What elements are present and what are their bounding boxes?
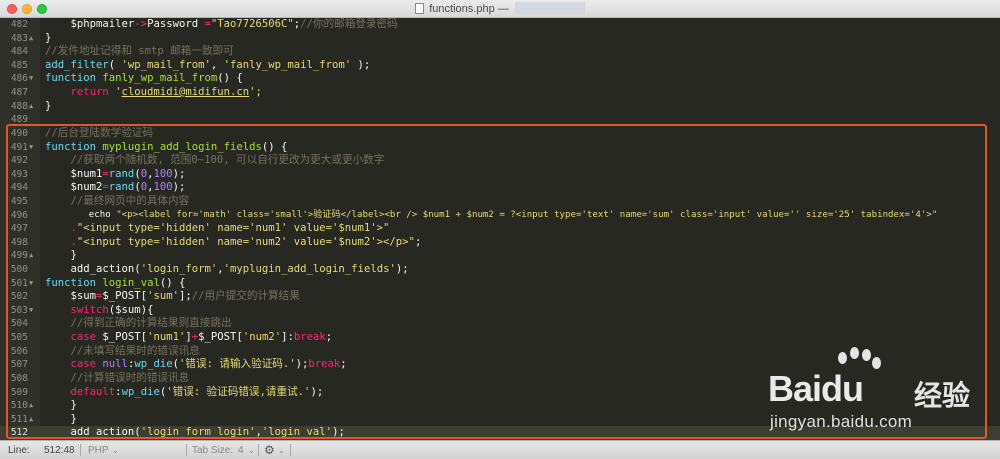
status-divider bbox=[186, 444, 187, 456]
code-line[interactable]: 512 add_action('login_form_login','login… bbox=[0, 426, 1000, 440]
line-number: 485 bbox=[10, 59, 28, 71]
line-number: 496 bbox=[10, 209, 28, 221]
code-line[interactable]: 496 echo "<p><label for='math' class='sm… bbox=[0, 209, 1000, 223]
line-number: 507 bbox=[10, 359, 28, 371]
code-line[interactable]: 486 ▼ function fanly_wp_mail_from() { bbox=[0, 72, 1000, 86]
fold-marker[interactable]: ▼ bbox=[29, 141, 38, 155]
line-number: 486 bbox=[10, 73, 28, 85]
line-number: 504 bbox=[10, 318, 28, 330]
line-number: 511 bbox=[10, 413, 28, 425]
line-number: 482 bbox=[10, 19, 28, 30]
blurred-project-name bbox=[514, 2, 585, 14]
code-line[interactable]: 495 //最终网页中的具体内容 bbox=[0, 195, 1000, 209]
code-line[interactable]: 482 $phpmailer->Password ="Tao7726506C";… bbox=[0, 18, 1000, 32]
code-line[interactable]: 485 add_filter( 'wp_mail_from', 'fanly_wp… bbox=[0, 59, 1000, 73]
line-number: 503 bbox=[10, 304, 28, 316]
tab-size-value[interactable]: 4 bbox=[238, 445, 244, 456]
status-divider bbox=[258, 444, 259, 456]
code-line[interactable]: 506 //未填写结果时的错误讯息 bbox=[0, 345, 1000, 359]
tab-size-label[interactable]: Tab Size: bbox=[192, 445, 233, 456]
line-number: 502 bbox=[10, 291, 28, 303]
line-number: 484 bbox=[10, 46, 28, 58]
line-label: Line: bbox=[8, 445, 30, 456]
code-line[interactable]: 493 $num1=rand(0,100); bbox=[0, 168, 1000, 182]
code-line[interactable]: 487 return 'cloudmidi@midifun.cn'; bbox=[0, 86, 1000, 100]
code-line[interactable]: 497 ."<input type='hidden' name='num1' v… bbox=[0, 222, 1000, 236]
fold-marker[interactable]: ▲ bbox=[29, 413, 38, 427]
line-number: 490 bbox=[10, 127, 28, 139]
code-line[interactable]: 504 //得到正确的计算结果则直接跳出 bbox=[0, 317, 1000, 331]
window-title: functions.php bbox=[429, 3, 495, 15]
line-number: 489 bbox=[10, 114, 28, 126]
status-divider bbox=[290, 444, 291, 456]
syntax-selector[interactable]: PHP bbox=[88, 445, 109, 456]
line-number: 495 bbox=[10, 195, 28, 207]
fold-marker[interactable]: ▲ bbox=[29, 399, 38, 413]
code-line[interactable]: 491 ▼ function myplugin_add_login_fields()… bbox=[0, 141, 1000, 155]
line-number: 493 bbox=[10, 168, 28, 180]
cursor-position: 512:48 bbox=[44, 445, 75, 456]
line-number: 508 bbox=[10, 372, 28, 384]
line-number: 505 bbox=[10, 332, 28, 344]
code-line[interactable]: 507 case null:wp_die('错误: 请输入验证码.');brea… bbox=[0, 358, 1000, 372]
gear-icon[interactable]: ⚙ bbox=[264, 443, 275, 457]
code-line[interactable]: 484//发件地址记得和 smtp 邮箱一致即可 bbox=[0, 45, 1000, 59]
window-title-separator: — bbox=[497, 3, 509, 15]
fold-marker[interactable]: ▲ bbox=[29, 32, 38, 46]
code-line[interactable]: 483 ▲} bbox=[0, 32, 1000, 46]
line-number: 500 bbox=[10, 264, 28, 276]
code-line[interactable]: 488 ▲} bbox=[0, 100, 1000, 114]
code-line[interactable]: 510 ▲ } bbox=[0, 399, 1000, 413]
line-number: 510 bbox=[10, 400, 28, 412]
fold-marker[interactable]: ▼ bbox=[29, 277, 38, 291]
code-line[interactable]: 494 $num2=rand(0,100); bbox=[0, 181, 1000, 195]
code-line[interactable]: 490//后台登陆数学验证码 bbox=[0, 127, 1000, 141]
fold-marker[interactable]: ▲ bbox=[29, 249, 38, 263]
line-number: 497 bbox=[10, 223, 28, 235]
code-line[interactable]: 502 $sum=$_POST['sum'];//用户提交的计算结果 bbox=[0, 290, 1000, 304]
line-number: 492 bbox=[10, 155, 28, 167]
syntax-dropdown-icon[interactable]: ⌄ bbox=[112, 446, 119, 455]
fold-marker[interactable]: ▲ bbox=[29, 100, 38, 114]
line-number: 494 bbox=[10, 182, 28, 194]
line-number: 491 bbox=[10, 141, 28, 153]
code-line[interactable]: 505 case $_POST['num1']+$_POST['num2']:b… bbox=[0, 331, 1000, 345]
settings-dropdown-icon[interactable]: ⌄ bbox=[278, 446, 285, 455]
window-titlebar: functions.php — bbox=[0, 0, 1000, 18]
line-number: 488 bbox=[10, 100, 28, 112]
fold-marker[interactable]: ▼ bbox=[29, 72, 38, 86]
line-number: 483 bbox=[10, 32, 28, 44]
php-file-icon bbox=[415, 3, 425, 14]
code-line[interactable]: 489 bbox=[0, 113, 1000, 127]
tab-size-dropdown-icon[interactable]: ⌄ bbox=[248, 446, 255, 455]
window-title-area: functions.php — bbox=[0, 2, 1000, 15]
code-line[interactable]: 508 //计算错误时的错误讯息 bbox=[0, 372, 1000, 386]
line-number: 512 bbox=[10, 427, 28, 439]
status-bar: Line: 512:48 PHP ⌄ Tab Size: 4 ⌄ ⚙ ⌄ bbox=[0, 440, 1000, 459]
line-number: 487 bbox=[10, 87, 28, 99]
line-number: 499 bbox=[10, 250, 28, 262]
code-editor[interactable]: 482 $phpmailer->Password ="Tao7726506C";… bbox=[0, 18, 1000, 440]
fold-marker[interactable]: ▼ bbox=[29, 304, 38, 318]
line-number: 498 bbox=[10, 236, 28, 248]
line-number: 509 bbox=[10, 386, 28, 398]
code-line[interactable]: 501 ▼ function login_val() { bbox=[0, 277, 1000, 291]
code-line[interactable]: 511 ▲ } bbox=[0, 413, 1000, 427]
code-line[interactable]: 509 default:wp_die('错误: 验证码错误,请重试.'); bbox=[0, 386, 1000, 400]
code-line[interactable]: 500 add_action('login_form','myplugin_ad… bbox=[0, 263, 1000, 277]
code-line[interactable]: 503 ▼ switch($sum){ bbox=[0, 304, 1000, 318]
code-line[interactable]: 499 ▲ } bbox=[0, 249, 1000, 263]
line-number: 501 bbox=[10, 277, 28, 289]
line-number: 506 bbox=[10, 345, 28, 357]
status-divider bbox=[80, 444, 81, 456]
code-line[interactable]: 498 ."<input type='hidden' name='num2' v… bbox=[0, 236, 1000, 250]
code-line[interactable]: 492 //获取两个随机数, 范围0~100, 可以自行更改为更大或更小数字 bbox=[0, 154, 1000, 168]
